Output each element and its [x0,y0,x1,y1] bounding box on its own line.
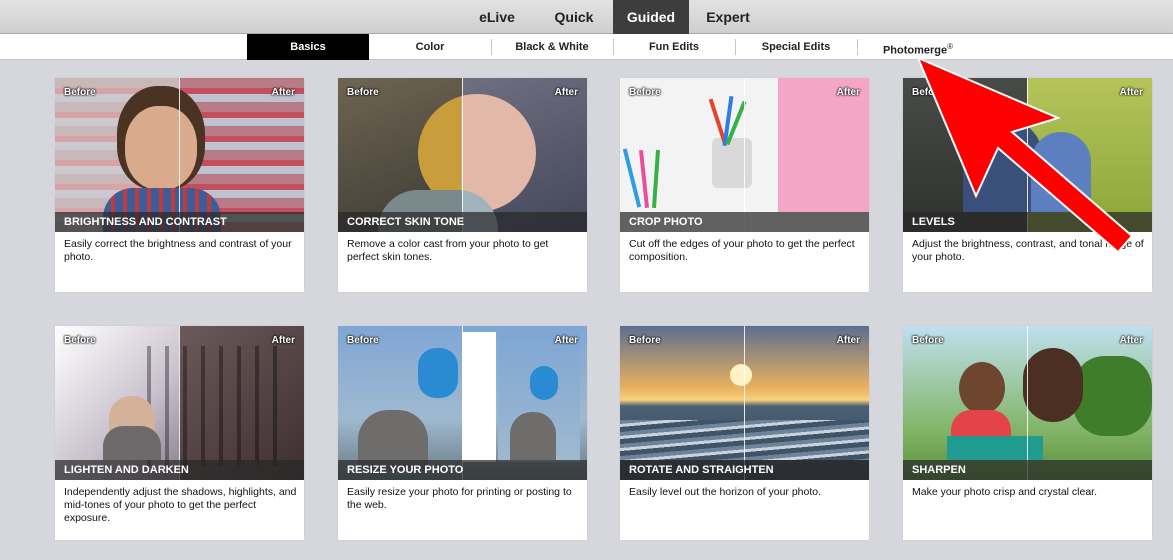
card-sharpen[interactable]: Before After SHARPEN Make your photo cri… [903,326,1152,540]
after-label: After [1119,335,1143,346]
card-description: Adjust the brightness, contrast, and ton… [912,238,1144,263]
card-title: CROP PHOTO [620,212,869,232]
card-thumbnail: Before After LEVELS [903,78,1152,232]
before-label: Before [347,87,379,98]
card-thumbnail: Before After RESIZE YOUR PHOTO [338,326,587,480]
card-description: Easily level out the horizon of your pho… [629,486,822,498]
before-label: Before [64,335,96,346]
tab-color[interactable]: Color [369,34,491,60]
tab-black-white[interactable]: Black & White [491,34,613,60]
after-label: After [271,335,295,346]
before-label: Before [629,335,661,346]
before-label: Before [64,87,96,98]
card-description: Make your photo crisp and crystal clear. [912,486,1098,498]
tab-special-edits[interactable]: Special Edits [735,34,857,60]
card-description: Cut off the edges of your photo to get t… [629,238,855,263]
card-description: Easily correct the brightness and contra… [64,238,292,263]
card-description: Easily resize your photo for printing or… [347,486,572,511]
tab-photomerge[interactable]: Photomerge® [857,34,979,60]
after-label: After [554,87,578,98]
card-title: LEVELS [903,212,1152,232]
card-title: RESIZE YOUR PHOTO [338,460,587,480]
card-description: Independently adjust the shadows, highli… [64,486,297,524]
after-label: After [836,335,860,346]
before-label: Before [629,87,661,98]
before-label: Before [912,335,944,346]
card-brightness-contrast[interactable]: Before After BRIGHTNESS AND CONTRAST Eas… [55,78,304,292]
mode-quick[interactable]: Quick [544,0,604,34]
after-label: After [836,87,860,98]
card-title: BRIGHTNESS AND CONTRAST [55,212,304,232]
after-label: After [1119,87,1143,98]
mode-elive[interactable]: eLive [468,0,526,34]
card-title: CORRECT SKIN TONE [338,212,587,232]
card-thumbnail: Before After SHARPEN [903,326,1152,480]
after-label: After [271,87,295,98]
card-resize-photo[interactable]: Before After RESIZE YOUR PHOTO Easily re… [338,326,587,540]
card-thumbnail: Before After BRIGHTNESS AND CONTRAST [55,78,304,232]
guided-category-tabs: Basics Color Black & White Fun Edits Spe… [0,34,1173,60]
before-label: Before [347,335,379,346]
card-rotate-straighten[interactable]: Before After ROTATE AND STRAIGHTEN Easil… [620,326,869,540]
mode-bar: eLive Quick Guided Expert [0,0,1173,34]
card-thumbnail: Before After LIGHTEN AND DARKEN [55,326,304,480]
tab-photomerge-label: Photomerge [882,44,948,57]
card-title: LIGHTEN AND DARKEN [55,460,304,480]
registered-mark: ® [947,42,954,51]
tab-basics[interactable]: Basics [247,34,369,60]
card-title: SHARPEN [903,460,1152,480]
card-title: ROTATE AND STRAIGHTEN [620,460,869,480]
tab-fun-edits[interactable]: Fun Edits [613,34,735,60]
card-thumbnail: Before After CROP PHOTO [620,78,869,232]
card-levels[interactable]: Before After LEVELS Adjust the brightnes… [903,78,1152,292]
before-label: Before [912,87,944,98]
after-label: After [554,335,578,346]
card-correct-skin-tone[interactable]: Before After CORRECT SKIN TONE Remove a … [338,78,587,292]
mode-expert[interactable]: Expert [697,0,759,34]
card-crop-photo[interactable]: Before After CROP PHOTO Cut off the edge… [620,78,869,292]
card-thumbnail: Before After ROTATE AND STRAIGHTEN [620,326,869,480]
card-thumbnail: Before After CORRECT SKIN TONE [338,78,587,232]
mode-guided[interactable]: Guided [613,0,689,34]
card-lighten-darken[interactable]: Before After LIGHTEN AND DARKEN Independ… [55,326,304,540]
card-description: Remove a color cast from your photo to g… [347,238,549,263]
